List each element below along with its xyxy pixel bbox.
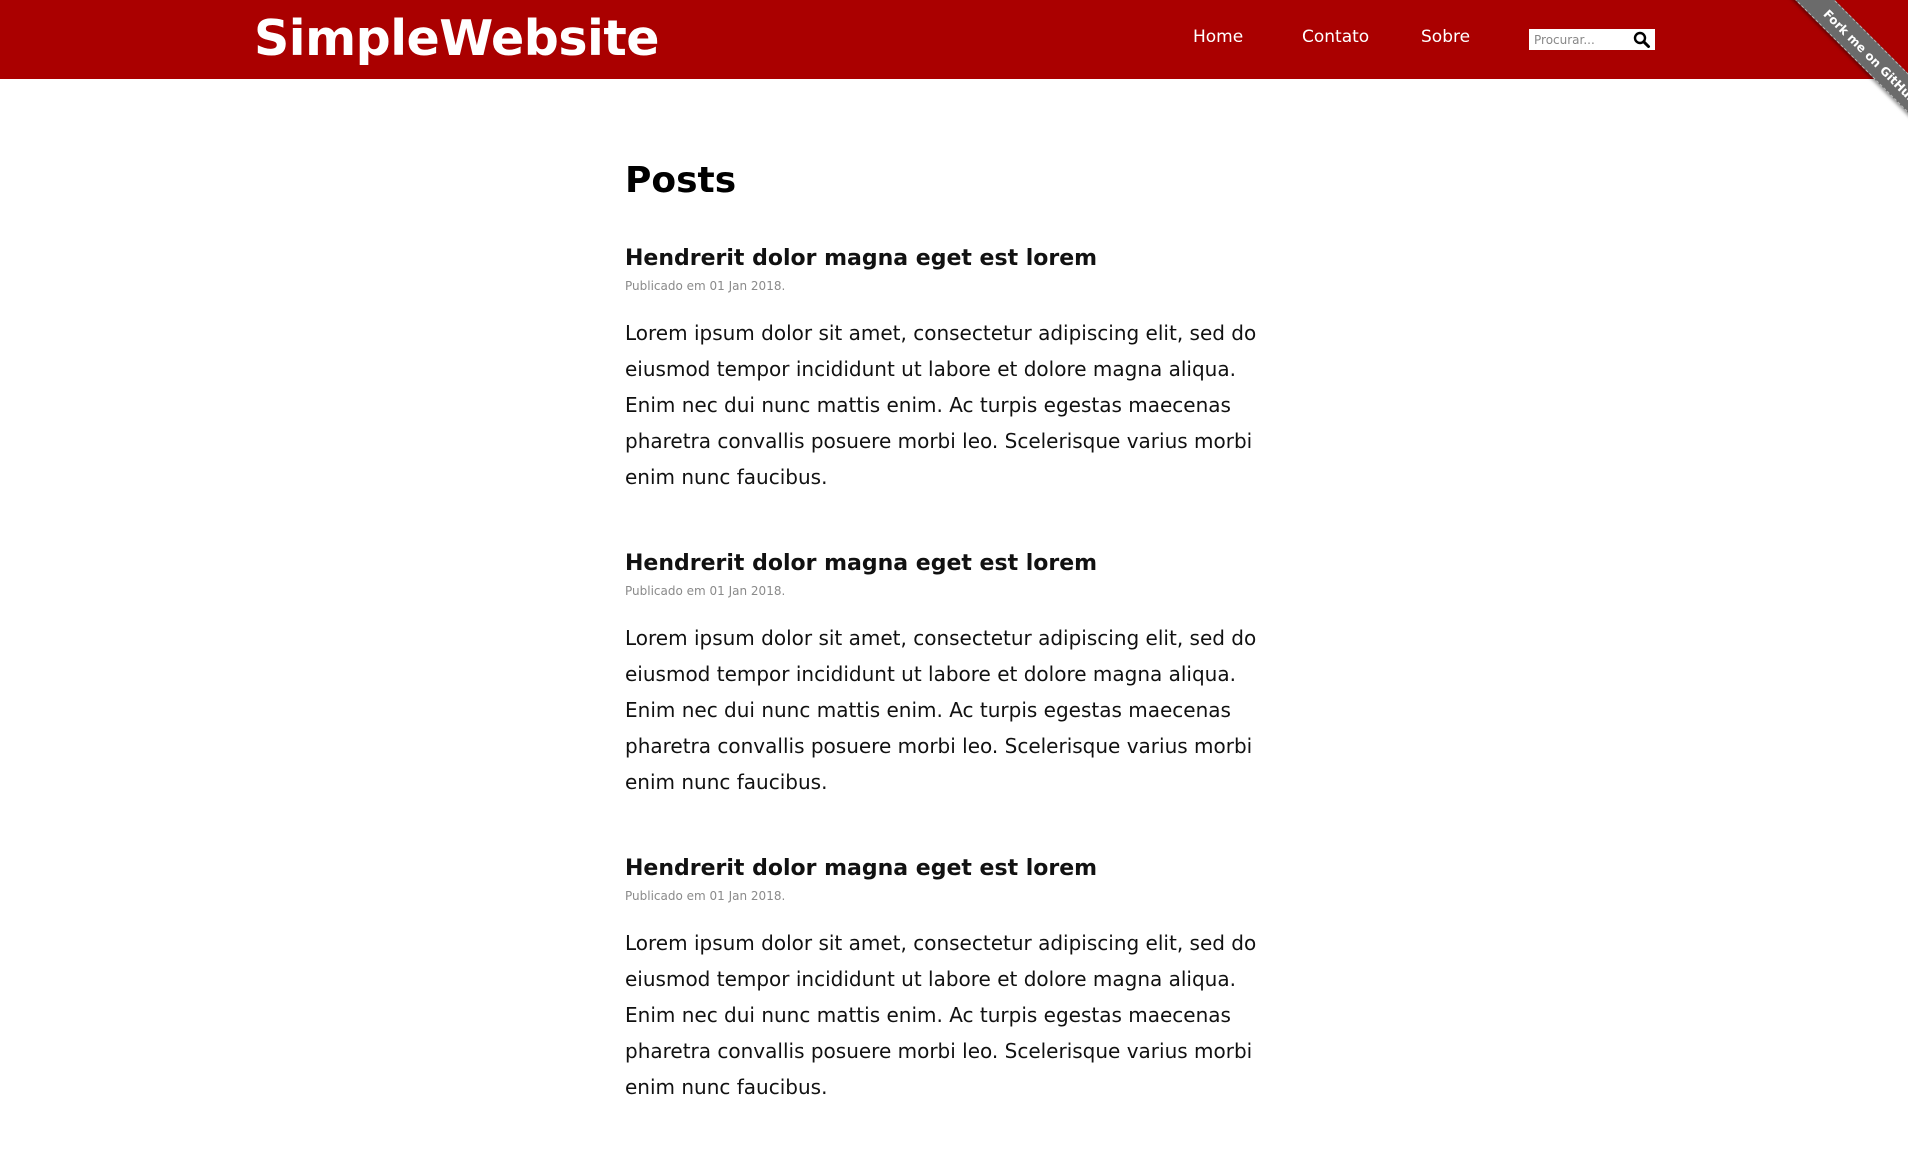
- search-icon[interactable]: [1633, 31, 1651, 48]
- post-item: Hendrerit dolor magna eget est lorem Pub…: [625, 856, 1285, 1105]
- post-date: Publicado em 01 Jan 2018.: [625, 584, 786, 598]
- post-body: Lorem ipsum dolor sit amet, consectetur …: [625, 626, 1257, 794]
- post-item: Hendrerit dolor magna eget est lorem Pub…: [625, 551, 1285, 800]
- post-date: Publicado em 01 Jan 2018.: [625, 279, 786, 293]
- site-header: SimpleWebsite Home Contato Sobre: [0, 0, 1908, 79]
- search-form: [1529, 29, 1655, 50]
- post-title[interactable]: Hendrerit dolor magna eget est lorem: [625, 246, 1285, 271]
- search-input[interactable]: [1529, 29, 1629, 50]
- post-title[interactable]: Hendrerit dolor magna eget est lorem: [625, 551, 1285, 576]
- post-item: Hendrerit dolor magna eget est lorem Pub…: [625, 246, 1285, 495]
- post-date: Publicado em 01 Jan 2018.: [625, 889, 786, 903]
- post-title[interactable]: Hendrerit dolor magna eget est lorem: [625, 856, 1285, 881]
- site-logo[interactable]: SimpleWebsite: [254, 10, 659, 67]
- post-body: Lorem ipsum dolor sit amet, consectetur …: [625, 931, 1257, 1099]
- nav-link-home[interactable]: Home: [1193, 27, 1243, 47]
- main-content: Posts Hendrerit dolor magna eget est lor…: [625, 160, 1285, 1161]
- page-title: Posts: [625, 160, 737, 201]
- post-body: Lorem ipsum dolor sit amet, consectetur …: [625, 321, 1257, 489]
- fork-me-ribbon[interactable]: Fork me on GitHub: [1790, 0, 1908, 137]
- github-ribbon-container: Fork me on GitHub: [1759, 0, 1908, 149]
- nav-link-sobre[interactable]: Sobre: [1421, 27, 1470, 47]
- nav-link-contato[interactable]: Contato: [1302, 27, 1369, 47]
